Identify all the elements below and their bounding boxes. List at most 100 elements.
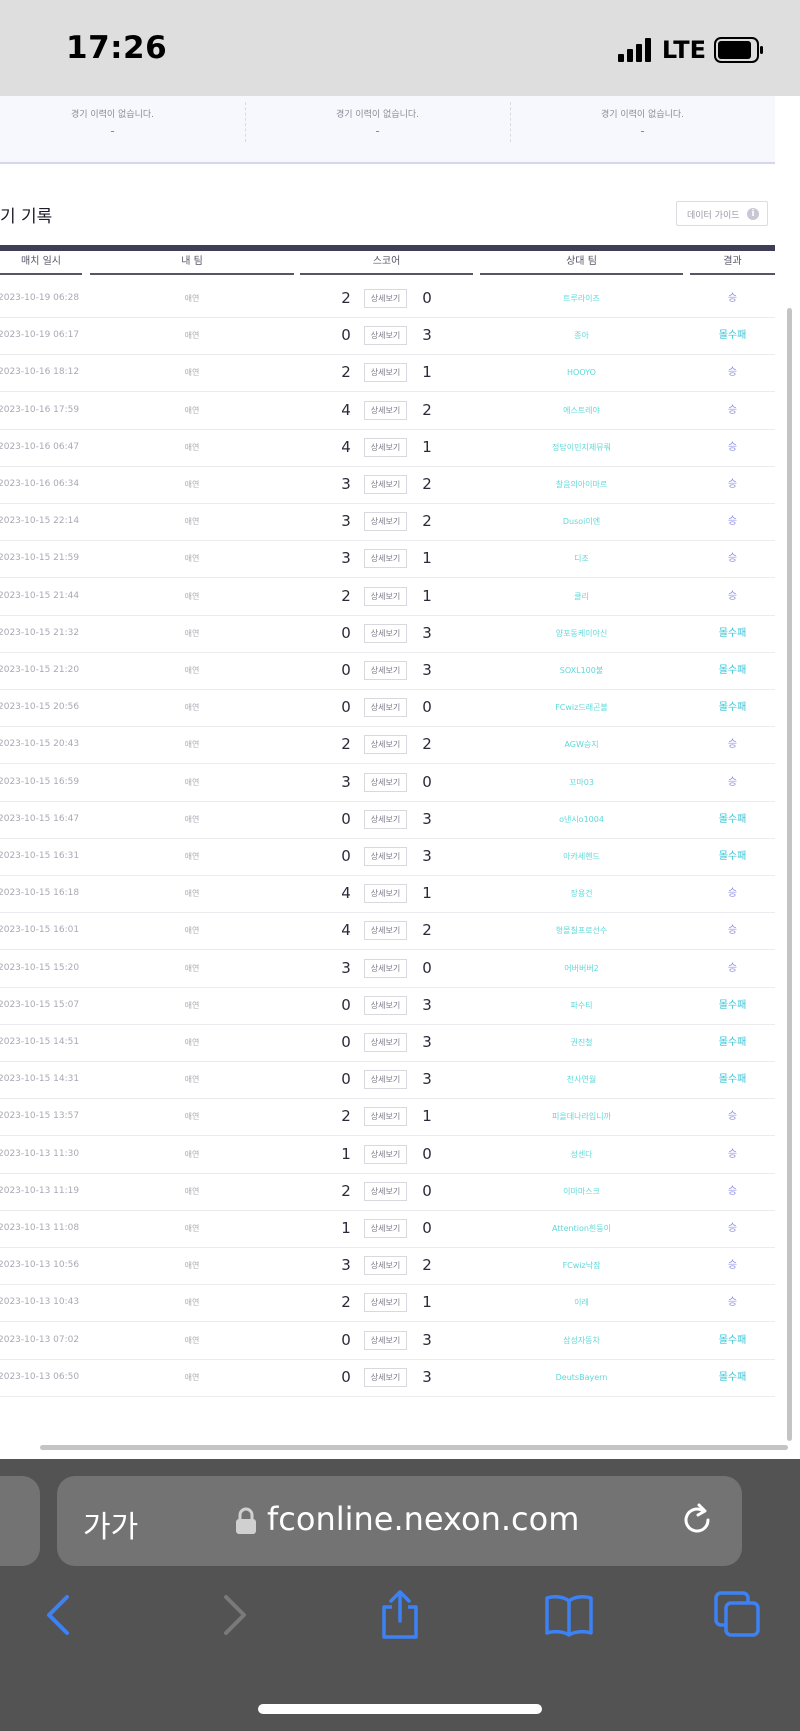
opponent-team-link[interactable]: AGW승지	[480, 726, 683, 763]
opponent-team-link[interactable]: 디조	[480, 540, 683, 577]
forward-icon[interactable]	[206, 1589, 258, 1641]
detail-button[interactable]: 상세보기	[364, 735, 407, 755]
opponent-team-link[interactable]: 양포동케이야신	[480, 615, 683, 652]
opponent-team-link[interactable]: FCwiz낙잠	[480, 1247, 683, 1284]
reload-icon[interactable]	[679, 1502, 715, 1538]
detail-button[interactable]: 상세보기	[364, 958, 407, 978]
opponent-team-link[interactable]: 삼성자동차	[480, 1322, 683, 1359]
opponent-team-link[interactable]: 피을데나라입니까	[480, 1098, 683, 1135]
data-guide-button[interactable]: 데이터 가이드 i	[676, 201, 768, 226]
detail-button[interactable]: 상세보기	[364, 1330, 407, 1350]
detail-button[interactable]: 상세보기	[364, 772, 407, 792]
battery-icon	[714, 37, 763, 63]
table-row: 2023-10-15 16:47 애연 0 상세보기 3 o낸시o1004 몰수패	[0, 801, 775, 839]
opponent-team-link[interactable]: Attention흰둥이	[480, 1210, 683, 1247]
opponent-team-link[interactable]: 트루라이즈	[480, 280, 683, 317]
match-date: 2023-10-19 06:28	[0, 293, 80, 303]
detail-button[interactable]: 상세보기	[364, 884, 407, 904]
detail-button[interactable]: 상세보기	[364, 437, 407, 457]
url-text: fconline.nexon.com	[267, 1500, 580, 1538]
detail-button[interactable]: 상세보기	[364, 847, 407, 866]
detail-button[interactable]: 상세보기	[364, 623, 407, 643]
summary-cell: 경기 이력이 없습니다. -	[510, 96, 775, 146]
network-type: LTE	[661, 36, 706, 64]
opponent-team-link[interactable]: 꼬마03	[480, 764, 683, 801]
detail-button[interactable]: 상세보기	[364, 289, 407, 308]
detail-button[interactable]: 상세보기	[364, 586, 407, 606]
back-icon[interactable]	[35, 1589, 87, 1641]
my-team: 애연	[184, 591, 200, 601]
match-result: 승	[727, 1260, 738, 1272]
detail-button[interactable]: 상세보기	[364, 921, 407, 941]
opponent-team-link[interactable]: o낸시o1004	[480, 801, 683, 838]
detail-button[interactable]: 상세보기	[364, 1181, 407, 1201]
opponent-team-link[interactable]: 클리	[480, 578, 683, 615]
detail-button[interactable]: 상세보기	[364, 549, 407, 569]
detail-button[interactable]: 상세보기	[364, 475, 407, 494]
match-date: 2023-10-19 06:17	[0, 330, 80, 341]
bookmarks-icon[interactable]	[543, 1589, 595, 1641]
detail-button[interactable]: 상세보기	[364, 1293, 407, 1313]
opponent-team-link[interactable]: 형몰칠프로선수	[480, 912, 683, 949]
opponent-team-link[interactable]: 천사연월	[480, 1061, 683, 1098]
detail-button[interactable]: 상세보기	[364, 1033, 407, 1052]
previous-tab-preview[interactable]	[0, 1476, 40, 1566]
match-date: 2023-10-13 07:02	[0, 1334, 80, 1345]
opponent-team-link[interactable]: 이마마스크	[480, 1173, 683, 1210]
opponent-team-link[interactable]: 찰음의아이마르	[480, 466, 683, 503]
detail-button[interactable]: 상세보기	[364, 1367, 407, 1387]
detail-button[interactable]: 상세보기	[364, 661, 407, 680]
tabs-icon[interactable]	[712, 1589, 764, 1641]
summary-dash: -	[640, 124, 645, 138]
opponent-team-link[interactable]: SOXL100불	[480, 652, 683, 689]
my-team: 애연	[184, 1186, 200, 1196]
detail-button[interactable]: 상세보기	[364, 698, 407, 718]
match-date: 2023-10-13 11:19	[0, 1185, 80, 1196]
share-icon[interactable]	[374, 1589, 426, 1641]
my-score: 0	[341, 809, 351, 828]
detail-button[interactable]: 상세보기	[364, 1070, 407, 1090]
match-summary-bar: 경기 이력이 없습니다. - 경기 이력이 없습니다. - 경기 이력이 없습니…	[0, 96, 775, 164]
opponent-team-link[interactable]: 이레	[480, 1284, 683, 1321]
address-bar[interactable]: 가가 fconline.nexon.com	[57, 1476, 742, 1566]
opponent-team-link[interactable]: 종아	[480, 317, 683, 354]
opponent-team-link[interactable]: 정담이민지제뮤뤄	[480, 429, 683, 466]
detail-button[interactable]: 상세보기	[364, 1256, 407, 1276]
opponent-score: 2	[422, 921, 432, 940]
my-score: 0	[341, 1070, 351, 1089]
opponent-team-link[interactable]: FCwiz드래곤볼	[480, 689, 683, 726]
opponent-team-link[interactable]: 어버버버2	[480, 950, 683, 987]
opponent-team-link[interactable]: 장용건	[480, 875, 683, 912]
web-content[interactable]: 경기 이력이 없습니다. - 경기 이력이 없습니다. - 경기 이력이 없습니…	[0, 96, 800, 1459]
opponent-score: 2	[422, 400, 432, 419]
opponent-team-link[interactable]: 파수티	[480, 987, 683, 1024]
detail-button[interactable]: 상세보기	[364, 995, 407, 1015]
my-score: 0	[341, 1033, 351, 1051]
opponent-team-link[interactable]: HOOYO	[480, 354, 683, 391]
match-result: 몰수패	[718, 627, 747, 639]
text-size-button[interactable]: 가가	[83, 1502, 138, 1546]
opponent-score: 2	[422, 475, 432, 493]
opponent-team-link[interactable]: 성센다	[480, 1136, 683, 1173]
detail-button[interactable]: 상세보기	[364, 1144, 407, 1164]
opponent-team-link[interactable]: Dusoi이엔	[480, 503, 683, 540]
detail-button[interactable]: 상세보기	[364, 363, 407, 383]
my-team: 애연	[184, 777, 200, 787]
match-result: 승	[727, 441, 738, 453]
detail-button[interactable]: 상세보기	[364, 512, 407, 532]
opponent-team-link[interactable]: 아카세헨드	[480, 838, 683, 875]
my-score: 2	[341, 289, 351, 307]
detail-button[interactable]: 상세보기	[364, 1219, 407, 1238]
table-row: 2023-10-19 06:17 애연 0 상세보기 3 종아 몰수패	[0, 317, 775, 356]
detail-button[interactable]: 상세보기	[364, 326, 407, 346]
horizontal-scrollbar[interactable]	[40, 1445, 788, 1450]
vertical-scrollbar[interactable]	[787, 308, 792, 1441]
opponent-team-link[interactable]: 권진철	[480, 1024, 683, 1061]
detail-button[interactable]: 상세보기	[364, 1107, 407, 1127]
opponent-team-link[interactable]: DeutsBayern	[480, 1359, 683, 1396]
header-score: 스코어	[300, 251, 473, 275]
detail-button[interactable]: 상세보기	[364, 400, 407, 420]
opponent-team-link[interactable]: 에스트레야	[480, 392, 683, 429]
detail-button[interactable]: 상세보기	[364, 809, 407, 829]
my-score: 3	[341, 512, 351, 531]
